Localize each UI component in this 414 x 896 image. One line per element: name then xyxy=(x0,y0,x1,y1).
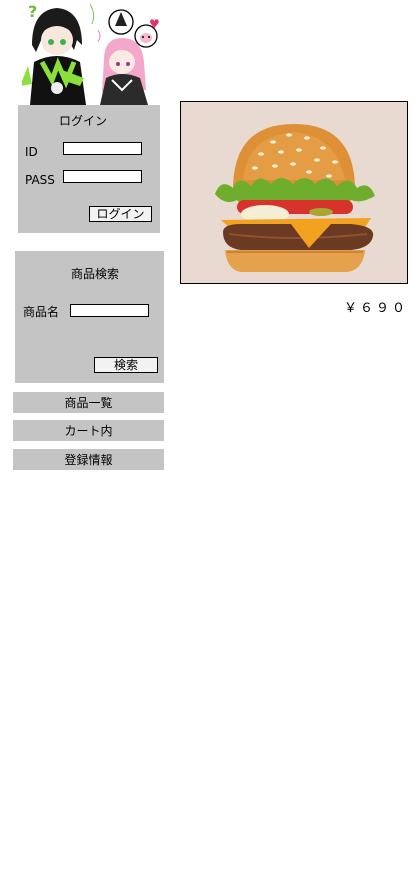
search-panel: 商品検索 商品名 検索 xyxy=(15,251,164,383)
heart-mark: ♥ xyxy=(149,17,160,31)
login-title: ログイン xyxy=(58,114,107,128)
search-button[interactable]: 検索 xyxy=(94,357,158,373)
pass-label: PASS xyxy=(25,173,55,187)
id-label: ID xyxy=(25,145,38,159)
question-mark: ? xyxy=(28,2,38,21)
anime-characters-illustration-icon xyxy=(20,3,158,105)
hamburger-photo-icon xyxy=(215,124,375,272)
product-price: ￥６９０ xyxy=(343,301,408,316)
product-image[interactable] xyxy=(180,101,408,284)
product-name-input[interactable] xyxy=(70,304,149,317)
login-panel: ログイン ID PASS ログイン xyxy=(18,105,160,233)
login-button[interactable]: ログイン xyxy=(89,206,152,222)
search-title: 商品検索 xyxy=(70,267,119,281)
pass-input[interactable] xyxy=(63,170,142,183)
nav-product-list[interactable]: 商品一覧 xyxy=(13,392,164,413)
nav-cart[interactable]: カート内 xyxy=(13,420,164,441)
product-name-label: 商品名 xyxy=(23,305,60,319)
id-input[interactable] xyxy=(63,142,142,155)
header-illustration: ? ♥ xyxy=(20,0,162,105)
nav-registration-info[interactable]: 登録情報 xyxy=(13,449,164,470)
